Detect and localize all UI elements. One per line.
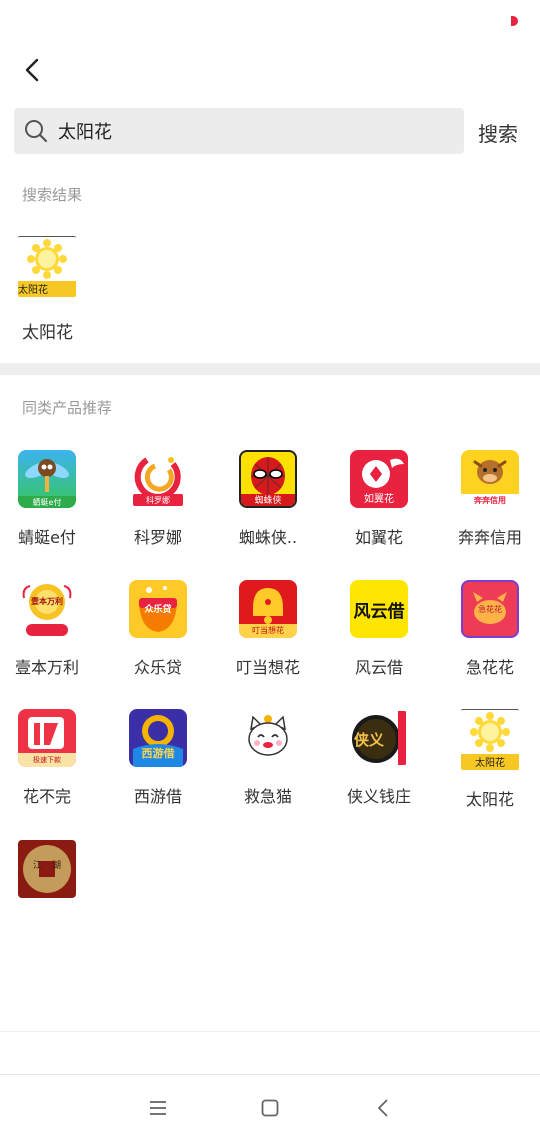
recommend-item[interactable]: 太阳花 太阳花 bbox=[440, 709, 540, 810]
recommend-item[interactable]: 江湖 bbox=[0, 840, 97, 898]
result-item[interactable]: 太阳花 bbox=[18, 236, 82, 297]
app-icon-text: 太阳花 bbox=[475, 758, 505, 769]
screen: 太阳花 搜索 搜索结果 太阳花 太阳花 同类产品推荐 蜻蜓e付 蜻蜓e付 科罗娜… bbox=[0, 0, 540, 1140]
chevron-left-icon bbox=[25, 58, 39, 82]
recommend-item[interactable]: 极速下款 花不完 bbox=[0, 709, 97, 807]
dragonfly-app-icon: 蜻蜓e付 bbox=[18, 450, 76, 508]
menu-button[interactable] bbox=[144, 1094, 172, 1122]
recommend-item-label: 西游借 bbox=[133, 787, 182, 806]
recommend-item[interactable]: 风云借 风云借 bbox=[329, 580, 429, 678]
app-icon-text: 江湖 bbox=[32, 861, 71, 871]
recommend-item-label: 众乐贷 bbox=[133, 658, 182, 677]
recommend-item[interactable]: 蜘蛛侠 蜘蛛侠.. bbox=[218, 450, 318, 548]
recommend-item-label: 蜻蜓e付 bbox=[18, 528, 76, 547]
recommend-item[interactable]: 如翼花 如翼花 bbox=[329, 450, 429, 548]
recommend-item-label: 救急猫 bbox=[243, 787, 292, 806]
recommend-item-label: 太阳花 bbox=[465, 790, 514, 809]
recommend-item-label: 风云借 bbox=[354, 658, 403, 677]
menu-icon bbox=[150, 1101, 166, 1115]
dingdang-app-icon: 叮当想花 bbox=[239, 580, 297, 638]
search-icon bbox=[25, 120, 48, 143]
benben-app-icon: 奔奔信用 bbox=[461, 450, 519, 508]
sunflower-app-icon: 太阳花 bbox=[18, 236, 76, 297]
recommend-item[interactable]: 急花花 急花花 bbox=[440, 580, 540, 678]
app-icon-text: 壹本万利 bbox=[31, 597, 63, 606]
recommend-item[interactable]: 侠义 侠义钱庄 bbox=[329, 709, 429, 807]
app-icon-text: 侠义 bbox=[354, 731, 385, 749]
results-heading: 搜索结果 bbox=[22, 186, 83, 204]
fengyun-app-icon: 风云借 bbox=[350, 580, 408, 638]
back-arrow-icon bbox=[377, 1099, 388, 1117]
back-button[interactable] bbox=[14, 52, 50, 88]
sunflower-app-icon: 太阳花 bbox=[461, 709, 519, 770]
recommend-item[interactable]: 壹本万利 壹本万利 bbox=[0, 580, 97, 678]
recommend-item[interactable]: 奔奔信用 奔奔信用 bbox=[440, 450, 540, 548]
jianghu-app-icon: 江湖 bbox=[18, 840, 76, 898]
zhongle-app-icon: 众乐贷 bbox=[129, 580, 187, 638]
app-icon-text: 西游借 bbox=[141, 747, 175, 760]
recommend-item[interactable]: 叮当想花 叮当想花 bbox=[218, 580, 318, 678]
recommend-item-label: 叮当想花 bbox=[235, 658, 300, 677]
home-square-icon bbox=[261, 1099, 279, 1117]
nav-back-button[interactable] bbox=[369, 1094, 397, 1122]
result-item-label: 太阳花 bbox=[22, 323, 73, 343]
recommend-item-label: 壹本万利 bbox=[14, 658, 79, 677]
home-button[interactable] bbox=[256, 1094, 284, 1122]
xiyou-app-icon: 西游借 bbox=[129, 709, 187, 767]
search-button[interactable]: 搜索 bbox=[478, 118, 518, 147]
app-icon-text: 蜻蜓e付 bbox=[32, 498, 62, 507]
search-query-text: 太阳花 bbox=[58, 122, 112, 143]
recommend-item-label: 科罗娜 bbox=[133, 528, 182, 547]
recommend-item-label: 急花花 bbox=[465, 658, 514, 677]
recommend-item-label: 花不完 bbox=[22, 787, 71, 806]
app-icon-text: 众乐贷 bbox=[144, 605, 172, 615]
app-icon-text: 太阳花 bbox=[18, 285, 48, 296]
app-icon-text: 奔奔信用 bbox=[474, 496, 506, 505]
content-bottom-divider bbox=[0, 1031, 540, 1032]
recommend-item-label: 奔奔信用 bbox=[457, 528, 522, 547]
app-icon-text: 极速下款 bbox=[33, 756, 61, 764]
app-icon-text: 风云借 bbox=[353, 601, 405, 622]
recommend-item[interactable]: 科罗娜 科罗娜 bbox=[108, 450, 208, 548]
keluona-app-icon: 科罗娜 bbox=[129, 450, 187, 508]
recommend-item-label: 侠义钱庄 bbox=[346, 787, 411, 806]
recommend-item[interactable]: 众乐贷 众乐贷 bbox=[108, 580, 208, 678]
recommend-item[interactable]: 蜻蜓e付 蜻蜓e付 bbox=[0, 450, 97, 548]
recommend-item-label: 如翼花 bbox=[354, 528, 403, 547]
yiben-app-icon: 壹本万利 bbox=[18, 580, 76, 638]
recommend-item[interactable]: 救急猫 bbox=[218, 709, 318, 807]
huabuwan-app-icon: 极速下款 bbox=[18, 709, 76, 767]
spiderman-app-icon: 蜘蛛侠 bbox=[239, 450, 297, 508]
recommend-item-label: 蜘蛛侠.. bbox=[238, 528, 298, 547]
search-input[interactable]: 太阳花 bbox=[14, 108, 464, 154]
recommend-heading: 同类产品推荐 bbox=[22, 399, 113, 417]
jihuahua-app-icon: 急花花 bbox=[461, 580, 519, 638]
app-icon-text: 科罗娜 bbox=[146, 496, 170, 505]
app-icon-text: 蜘蛛侠 bbox=[254, 496, 282, 506]
ruyihua-app-icon: 如翼花 bbox=[350, 450, 408, 508]
app-icon-text: 急花花 bbox=[478, 605, 502, 614]
recommend-item[interactable]: 西游借 西游借 bbox=[108, 709, 208, 807]
app-icon-text: 如翼花 bbox=[364, 494, 394, 505]
lucky-cat-app-icon bbox=[239, 709, 297, 767]
nav-bar-divider bbox=[0, 1074, 540, 1075]
section-divider bbox=[0, 363, 540, 375]
xiayi-app-icon: 侠义 bbox=[350, 709, 408, 767]
app-icon-text: 叮当想花 bbox=[252, 626, 284, 635]
status-indicator bbox=[511, 16, 518, 26]
